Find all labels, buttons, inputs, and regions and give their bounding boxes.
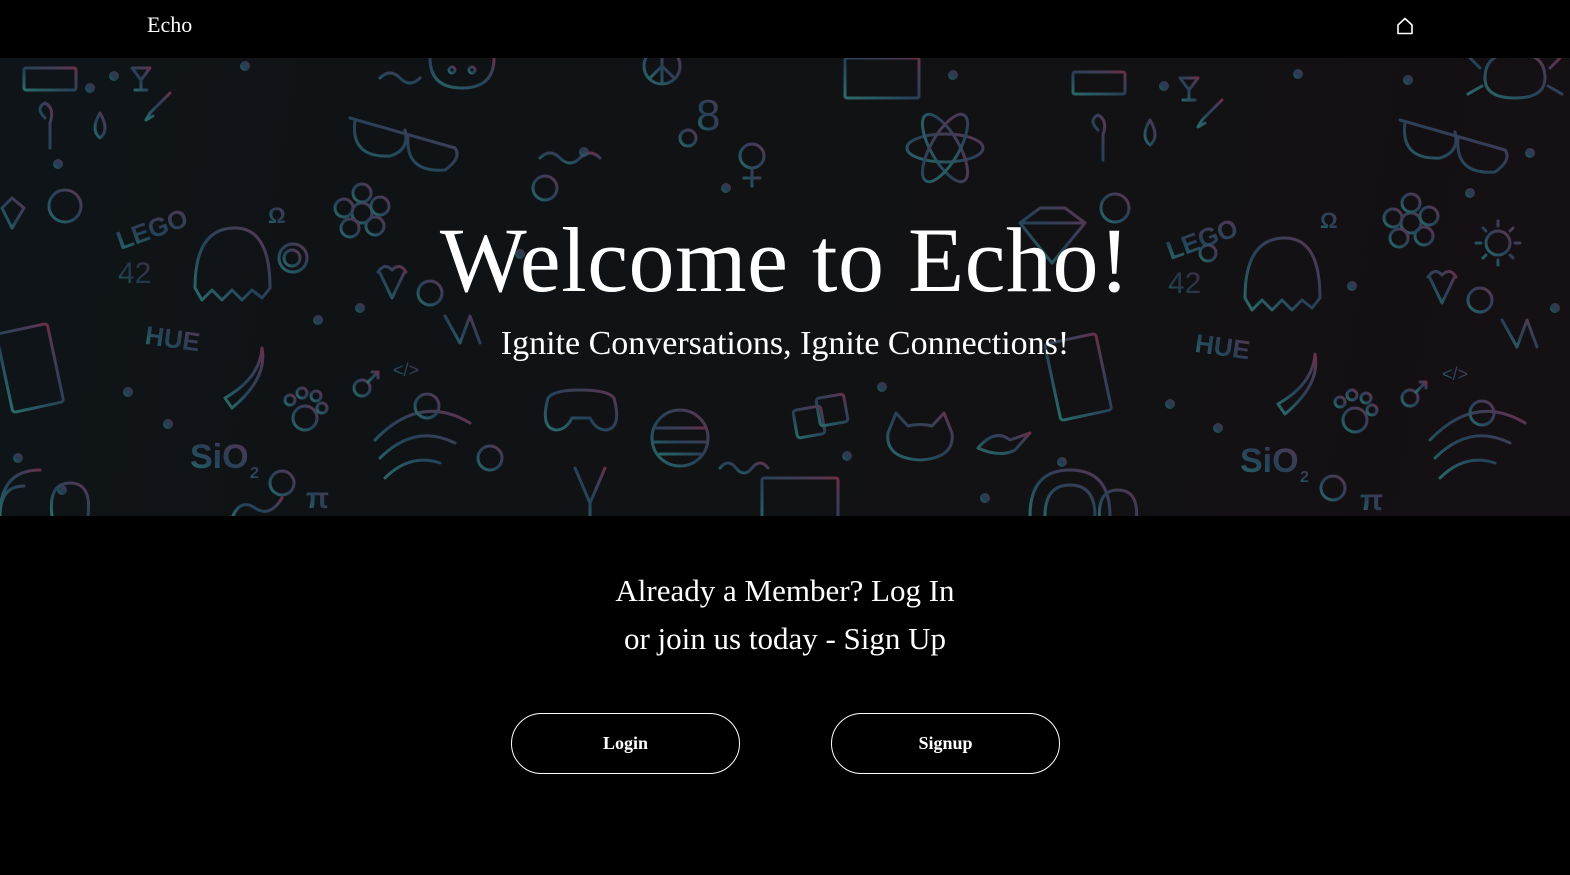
doodle-sio2-text: SiO bbox=[190, 438, 249, 476]
doodle-sio2-sub: 2 bbox=[1300, 469, 1309, 486]
signup-button[interactable]: Signup bbox=[831, 713, 1060, 774]
login-prompt: Already a Member? Log In bbox=[615, 573, 955, 608]
doodle-sio2-text: SiO bbox=[1240, 442, 1299, 480]
login-button[interactable]: Login bbox=[511, 713, 740, 774]
top-navbar: Echo bbox=[0, 0, 1570, 58]
doodle-pi-text: π bbox=[1360, 484, 1383, 516]
brand-logo[interactable]: Echo bbox=[147, 12, 192, 38]
home-icon[interactable] bbox=[1394, 15, 1416, 37]
doodle-code-text: </> bbox=[1442, 364, 1468, 384]
signup-prompt: or join us today - Sign Up bbox=[623, 621, 947, 656]
hero-banner: LEGO LEGO HUE HUE 42 42 SiO 2 SiO 2 π π … bbox=[0, 58, 1570, 516]
doodle-eight-text: 8 bbox=[696, 91, 720, 140]
doodle-sio2-sub: 2 bbox=[250, 465, 259, 482]
hero-title: Welcome to Echo! bbox=[439, 209, 1131, 311]
hero-subtitle: Ignite Conversations, Ignite Connections… bbox=[500, 325, 1070, 362]
doodle-pi-text: π bbox=[306, 482, 329, 515]
